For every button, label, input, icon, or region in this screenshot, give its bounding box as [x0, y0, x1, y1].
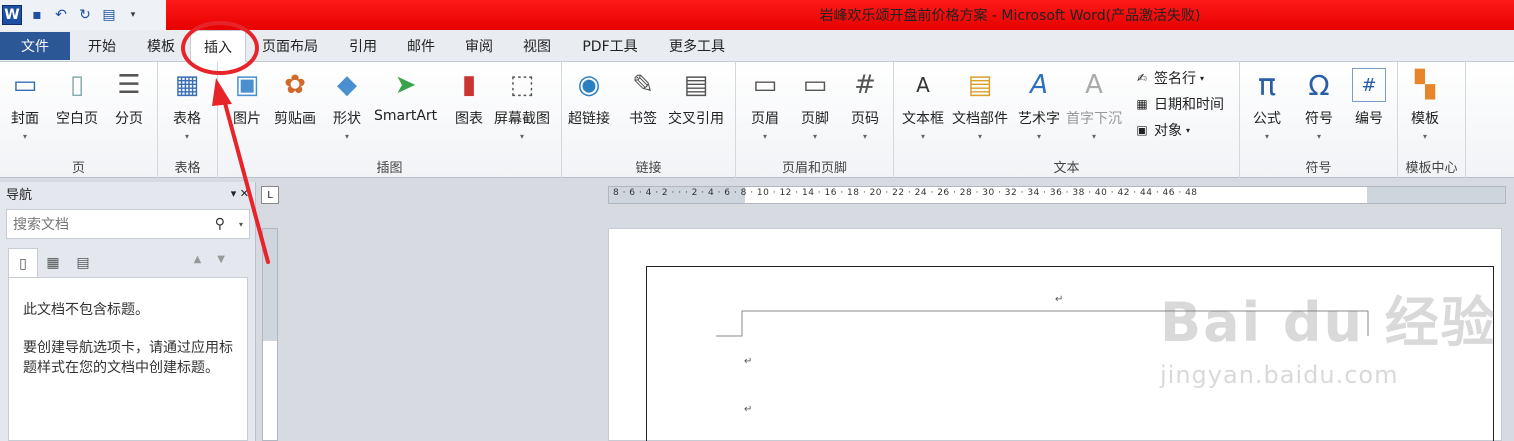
annotation-arrow	[212, 78, 270, 264]
